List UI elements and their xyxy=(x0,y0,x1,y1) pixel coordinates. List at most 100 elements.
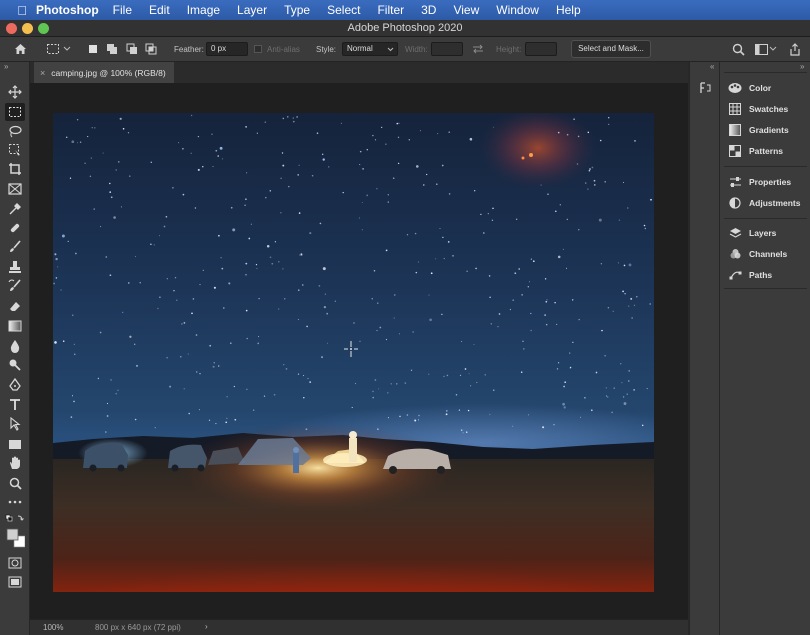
gradient-tool-icon[interactable] xyxy=(5,317,25,335)
style-select[interactable]: Normal xyxy=(342,42,398,56)
brush-tool-icon[interactable] xyxy=(5,238,25,256)
document-info: 800 px x 640 px (72 ppi) xyxy=(95,623,181,632)
rectangular-marquee-tool-icon[interactable] xyxy=(5,103,25,121)
chevron-down-icon[interactable] xyxy=(62,41,72,57)
rectangle-tool-icon[interactable] xyxy=(5,435,25,453)
layers-stack-icon xyxy=(728,226,742,240)
feather-label: Feather: xyxy=(174,45,204,54)
home-icon[interactable] xyxy=(12,41,28,57)
object-selection-tool-icon[interactable] xyxy=(5,141,25,159)
gradient-icon xyxy=(728,123,742,137)
menu-3d[interactable]: 3D xyxy=(421,3,436,17)
style-select-value: Normal xyxy=(347,44,373,53)
panel-color[interactable]: Color xyxy=(728,80,771,96)
eraser-tool-icon[interactable] xyxy=(5,297,25,315)
screen-mode-icon[interactable] xyxy=(5,573,25,591)
hand-tool-icon[interactable] xyxy=(5,454,25,472)
apple-icon[interactable]:  xyxy=(8,3,36,18)
new-selection-icon[interactable] xyxy=(85,41,101,57)
panel-divider xyxy=(724,72,807,73)
panel-layers[interactable]: Layers xyxy=(728,225,776,241)
blur-tool-icon[interactable] xyxy=(5,337,25,355)
options-bar: Feather: 0 px Anti-alias Style: Normal W… xyxy=(0,37,810,62)
menu-type[interactable]: Type xyxy=(284,3,310,17)
quick-mask-icon[interactable] xyxy=(5,554,25,572)
strip-collapse-icon[interactable]: « xyxy=(710,62,714,71)
lasso-tool-icon[interactable] xyxy=(5,122,25,140)
type-tool-icon[interactable] xyxy=(5,395,25,413)
panel-properties[interactable]: Properties xyxy=(728,174,791,190)
feather-input[interactable]: 0 px xyxy=(206,42,248,56)
add-to-selection-icon[interactable] xyxy=(104,41,120,57)
window-title: Adobe Photoshop 2020 xyxy=(347,22,463,34)
tab-camping[interactable]: × camping.jpg @ 100% (RGB/8) xyxy=(34,62,174,83)
height-label: Height: xyxy=(496,45,522,54)
panel-divider xyxy=(724,218,807,219)
properties-sliders-icon xyxy=(728,175,742,189)
menu-layer[interactable]: Layer xyxy=(237,3,267,17)
workspace-chevron-icon[interactable] xyxy=(768,41,778,57)
tab-label: camping.jpg @ 100% (RGB/8) xyxy=(51,67,166,78)
panel-divider xyxy=(724,288,807,289)
panel-channels[interactable]: Channels xyxy=(728,246,787,262)
panel-patterns[interactable]: Patterns xyxy=(728,143,783,159)
path-selection-tool-icon[interactable] xyxy=(5,415,25,433)
more-tools-icon[interactable] xyxy=(5,493,25,511)
pattern-grid-icon xyxy=(728,144,742,158)
menu-edit[interactable]: Edit xyxy=(149,3,170,17)
menu-select[interactable]: Select xyxy=(327,3,360,17)
panels-dock: » Color Swatches Gradients Patterns Prop… xyxy=(719,62,810,635)
workspace-icon[interactable] xyxy=(753,41,769,57)
dodge-tool-icon[interactable] xyxy=(5,356,25,374)
panel-adjustments[interactable]: Adjustments xyxy=(728,195,800,211)
style-label: Style: xyxy=(316,45,337,54)
intersect-selection-icon[interactable] xyxy=(143,41,159,57)
menu-file[interactable]: File xyxy=(113,3,132,17)
swatches-grid-icon xyxy=(728,102,742,116)
channels-icon xyxy=(728,247,742,261)
move-tool-icon[interactable] xyxy=(5,83,25,101)
menu-view[interactable]: View xyxy=(453,3,479,17)
tools-collapse-icon[interactable]: » xyxy=(4,62,8,71)
close-tab-icon[interactable]: × xyxy=(40,68,45,78)
healing-brush-tool-icon[interactable] xyxy=(5,219,25,237)
menu-window[interactable]: Window xyxy=(496,3,539,17)
document-tab-bar: × camping.jpg @ 100% (RGB/8) xyxy=(30,62,688,83)
frame-tool-icon[interactable] xyxy=(5,180,25,198)
status-menu-chevron-icon[interactable]: › xyxy=(205,622,208,631)
window-title-bar: Adobe Photoshop 2020 xyxy=(0,20,810,37)
width-input[interactable] xyxy=(431,42,463,56)
marquee-preset-icon[interactable] xyxy=(44,41,62,57)
panel-gradients[interactable]: Gradients xyxy=(728,122,789,138)
anti-alias-label: Anti-alias xyxy=(267,45,300,54)
history-icon-strip: « xyxy=(689,62,719,635)
panel-paths[interactable]: Paths xyxy=(728,267,772,283)
zoom-tool-icon[interactable] xyxy=(5,474,25,492)
menu-app-name[interactable]: Photoshop xyxy=(36,3,99,17)
panel-swatches[interactable]: Swatches xyxy=(728,101,788,117)
menu-help[interactable]: Help xyxy=(556,3,581,17)
paths-icon xyxy=(728,268,742,282)
anti-alias-checkbox[interactable] xyxy=(252,41,264,57)
color-palette-icon xyxy=(728,81,742,95)
clone-stamp-tool-icon[interactable] xyxy=(5,258,25,276)
share-icon[interactable] xyxy=(787,41,803,57)
pen-tool-icon[interactable] xyxy=(5,376,25,394)
height-input[interactable] xyxy=(525,42,557,56)
search-icon[interactable] xyxy=(730,41,746,57)
history-brush-tool-icon[interactable] xyxy=(5,277,25,295)
crop-tool-icon[interactable] xyxy=(5,160,25,178)
select-and-mask-button[interactable]: Select and Mask... xyxy=(571,40,651,58)
history-icon[interactable] xyxy=(698,81,712,98)
subtract-from-selection-icon[interactable] xyxy=(124,41,140,57)
width-label: Width: xyxy=(405,45,428,54)
menu-filter[interactable]: Filter xyxy=(377,3,404,17)
dock-collapse-icon[interactable]: » xyxy=(800,62,804,71)
document-canvas[interactable] xyxy=(53,113,654,592)
zoom-level[interactable]: 100% xyxy=(43,623,63,632)
menu-image[interactable]: Image xyxy=(187,3,220,17)
color-swatches-icon[interactable] xyxy=(5,526,25,550)
eyedropper-tool-icon[interactable] xyxy=(5,200,25,218)
swap-width-height-icon[interactable] xyxy=(470,41,486,57)
default-colors-icon[interactable] xyxy=(5,513,25,525)
